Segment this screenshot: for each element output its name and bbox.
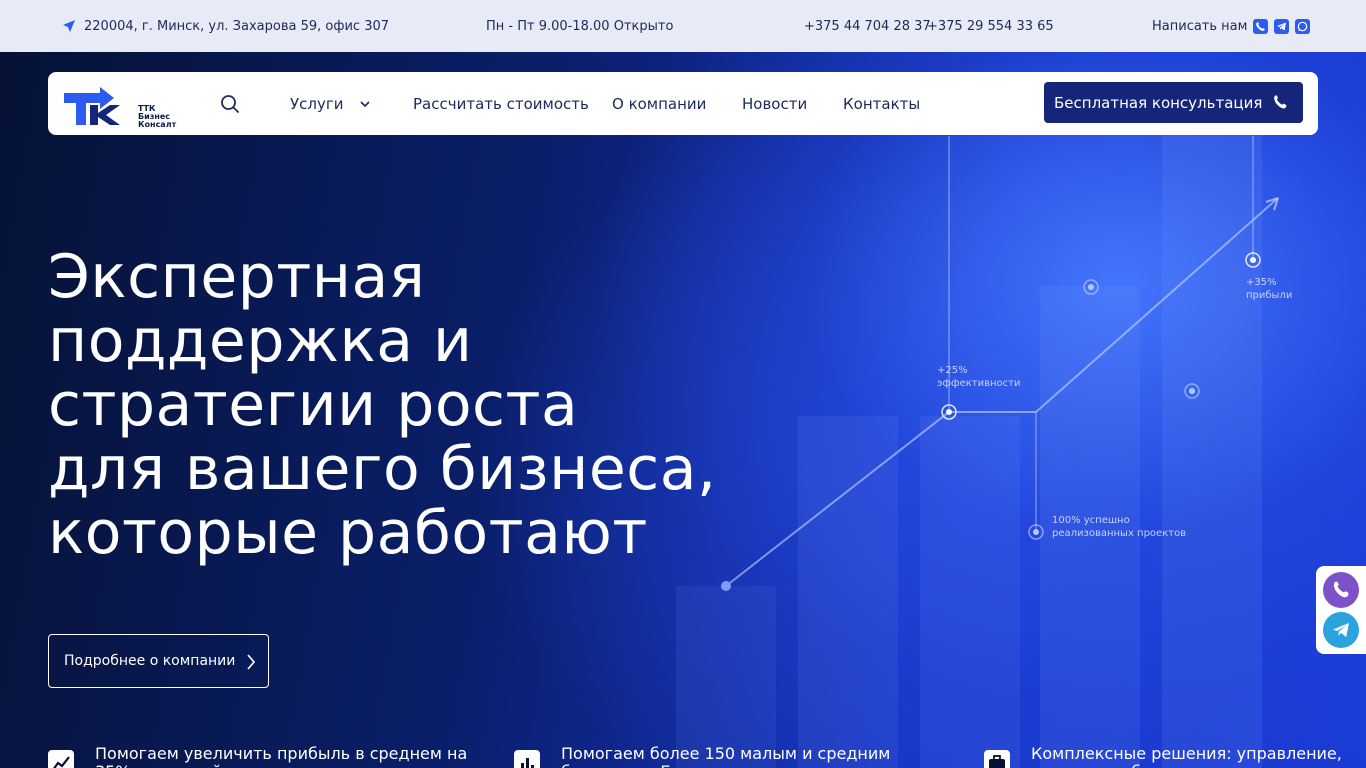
graph-label-profit: +35% прибыли [1246, 276, 1292, 302]
graph-label-projects: 100% успешно реализованных проектов [1052, 514, 1186, 540]
free-consultation-label: Бесплатная консультация [1054, 93, 1263, 112]
floating-messengers [1316, 566, 1366, 654]
whatsapp-icon[interactable] [1295, 18, 1311, 34]
location-icon [62, 19, 76, 33]
phone-link-1[interactable]: +375 44 704 28 37 [804, 0, 931, 52]
graph-label-projects-value: 100% успешно [1052, 515, 1130, 526]
viber-icon[interactable] [1253, 18, 1269, 34]
write-us-label: Написать нам [1152, 18, 1248, 34]
free-consultation-button[interactable]: Бесплатная консультация [1044, 82, 1303, 123]
feature-text-clients: Помогаем более 150 малым и средним бизне… [561, 744, 919, 768]
graph-label-efficiency: +25% эффективности [937, 364, 1020, 390]
nav-item-contacts[interactable]: Контакты [843, 72, 920, 135]
headline-line-1: Экспертная [48, 242, 426, 312]
chevron-down-icon [359, 98, 371, 110]
headline-line-4: для вашего бизнеса, [48, 434, 717, 504]
nav-item-calculate[interactable]: Рассчитать стоимость [413, 72, 589, 135]
headline-line-3: стратегии роста [48, 370, 579, 440]
headline-line-2: поддержка и [48, 306, 473, 376]
briefcase-icon [984, 750, 1010, 768]
telegram-float-button[interactable] [1323, 612, 1359, 648]
more-about-company-label: Подробнее о компании [64, 653, 236, 669]
logo-text: ТТК Бизнес Консалт [138, 105, 176, 129]
address: 220004, г. Минск, ул. Захарова 59, офис … [62, 0, 389, 52]
chevron-right-icon [246, 654, 256, 670]
company-logo[interactable]: ТТК Бизнес Консалт [62, 81, 176, 129]
feature-text-solutions: Комплексные решения: управление, маркети… [1031, 744, 1342, 768]
write-us: Написать нам [1152, 0, 1311, 52]
bar-chart-icon [514, 750, 540, 768]
top-bar: 220004, г. Минск, ул. Захарова 59, офис … [0, 0, 1366, 52]
graph-label-projects-text: реализованных проектов [1052, 528, 1187, 539]
viber-float-button[interactable] [1323, 572, 1359, 608]
feature-text-profit: Помогаем увеличить прибыль в среднем на … [95, 744, 468, 768]
logo-line-3: Консалт [138, 120, 177, 129]
nav-item-news[interactable]: Новости [742, 72, 807, 135]
graph-label-efficiency-value: +25% [937, 365, 968, 376]
logo-mark-icon [64, 87, 120, 125]
address-text: 220004, г. Минск, ул. Захарова 59, офис … [84, 18, 390, 34]
telegram-icon[interactable] [1274, 18, 1290, 34]
telegram-icon [1333, 623, 1349, 637]
working-hours: Пн - Пт 9.00-18.00 Открыто [486, 18, 674, 34]
nav-item-services-label: Услуги [290, 94, 344, 113]
graph-label-profit-text: прибыли [1246, 290, 1293, 301]
headline-line-5: которые работают [48, 498, 648, 568]
nav-item-about[interactable]: О компании [612, 72, 706, 135]
viber-icon [1333, 581, 1349, 598]
phone-link-2[interactable]: +375 29 554 33 65 [927, 0, 1054, 52]
more-about-company-button[interactable]: Подробнее о компании [48, 634, 269, 688]
graph-label-profit-value: +35% [1246, 277, 1277, 288]
chart-line-icon [48, 750, 74, 768]
search-icon[interactable] [220, 94, 240, 114]
graph-label-efficiency-text: эффективности [937, 378, 1021, 389]
hero-headline: Экспертная поддержка и стратегии роста д… [48, 245, 748, 565]
nav-item-services[interactable]: Услуги [290, 72, 371, 135]
main-navbar: ТТК Бизнес Консалт Услуги Рассчитать сто… [48, 72, 1318, 135]
phone-icon [1272, 94, 1289, 111]
